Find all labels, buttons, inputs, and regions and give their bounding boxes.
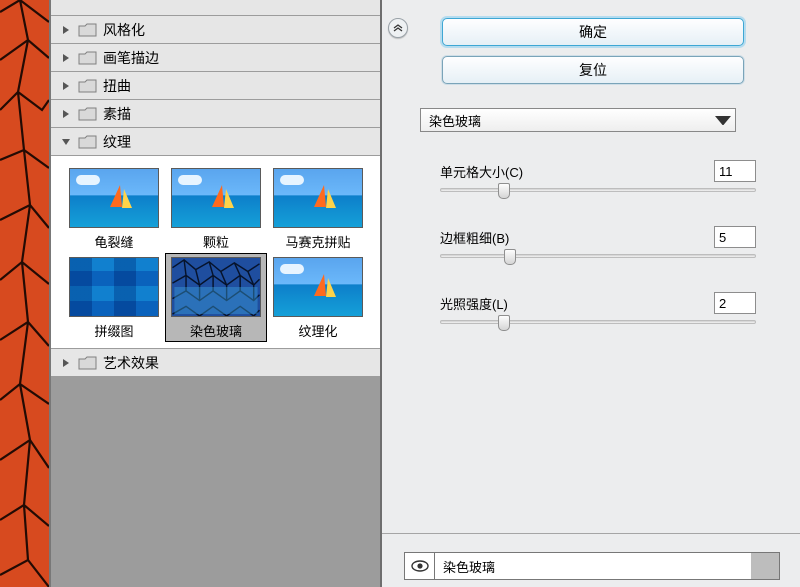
category-brush-strokes[interactable]: 画笔描边 xyxy=(51,44,380,72)
slider-border-thickness: 边框粗细(B) xyxy=(440,226,756,258)
slider-thumb[interactable] xyxy=(498,183,510,199)
panel-top-spacer xyxy=(51,0,380,16)
thumb-texturizer[interactable]: 纹理化 xyxy=(267,253,369,342)
light-slider[interactable] xyxy=(440,320,756,324)
category-label: 扭曲 xyxy=(103,76,131,96)
folder-icon xyxy=(78,22,97,37)
category-artistic[interactable]: 艺术效果 xyxy=(51,349,380,377)
chevron-right-icon xyxy=(61,53,71,63)
category-label: 纹理 xyxy=(103,132,131,152)
slider-label: 光照强度(L) xyxy=(440,294,508,313)
thumb-craquelure[interactable]: 龟裂缝 xyxy=(63,164,165,253)
slider-thumb[interactable] xyxy=(504,249,516,265)
category-stylize[interactable]: 风格化 xyxy=(51,16,380,44)
thumb-label: 马赛克拼贴 xyxy=(267,232,369,251)
slider-cell-size: 单元格大小(C) xyxy=(440,160,756,192)
slider-label: 边框粗细(B) xyxy=(440,228,509,247)
visibility-toggle[interactable] xyxy=(405,553,435,579)
chevron-right-icon xyxy=(61,25,71,35)
thumb-stained-glass[interactable]: 染色玻璃 xyxy=(165,253,267,342)
thumb-label: 龟裂缝 xyxy=(63,232,165,251)
thumb-image xyxy=(69,168,159,228)
category-distort[interactable]: 扭曲 xyxy=(51,72,380,100)
chevron-right-icon xyxy=(61,109,71,119)
chevron-right-icon xyxy=(61,358,71,368)
thumb-label: 染色玻璃 xyxy=(165,321,267,340)
slider-thumb[interactable] xyxy=(498,315,510,331)
category-sketch[interactable]: 素描 xyxy=(51,100,380,128)
folder-icon xyxy=(78,355,97,370)
filter-category-list: 风格化 画笔描边 扭曲 xyxy=(51,16,380,377)
category-texture[interactable]: 纹理 xyxy=(51,128,380,156)
texture-thumb-grid: 龟裂缝 颗粒 马赛克拼贴 拼缀图 xyxy=(51,156,380,349)
thumb-image xyxy=(69,257,159,317)
cell-size-slider[interactable] xyxy=(440,188,756,192)
thumb-mosaic-tiles[interactable]: 马赛克拼贴 xyxy=(267,164,369,253)
reset-button[interactable]: 复位 xyxy=(442,56,744,84)
dropdown-value: 染色玻璃 xyxy=(429,111,481,130)
thumb-patchwork[interactable]: 拼缀图 xyxy=(63,253,165,342)
collapse-button[interactable] xyxy=(388,18,408,38)
border-input[interactable] xyxy=(714,226,756,248)
folder-icon xyxy=(78,134,97,149)
thumb-label: 拼缀图 xyxy=(63,321,165,340)
category-label: 艺术效果 xyxy=(103,353,159,373)
slider-light-intensity: 光照强度(L) xyxy=(440,292,756,324)
slider-label: 单元格大小(C) xyxy=(440,162,523,181)
thumb-image xyxy=(273,168,363,228)
chevron-down-icon xyxy=(61,137,71,147)
thumb-label: 纹理化 xyxy=(267,321,369,340)
cell-size-input[interactable] xyxy=(714,160,756,182)
thumb-image xyxy=(273,257,363,317)
layer-end-spacer xyxy=(751,553,779,579)
folder-icon xyxy=(78,78,97,93)
light-input[interactable] xyxy=(714,292,756,314)
category-label: 画笔描边 xyxy=(103,48,159,68)
slider-group: 单元格大小(C) 边框粗细(B) 光照强度(L) xyxy=(440,160,756,324)
thumb-image xyxy=(171,168,261,228)
thumb-label: 颗粒 xyxy=(165,232,267,251)
filter-gallery-panel: 风格化 画笔描边 扭曲 xyxy=(49,0,382,587)
chevron-down-icon xyxy=(715,113,731,128)
border-slider[interactable] xyxy=(440,254,756,258)
folder-icon xyxy=(78,50,97,65)
effect-layer-label: 染色玻璃 xyxy=(435,553,751,579)
eye-icon xyxy=(411,560,429,572)
folder-icon xyxy=(78,106,97,121)
category-label: 风格化 xyxy=(103,20,145,40)
effect-layers-strip: 染色玻璃 xyxy=(382,533,800,587)
filter-settings-panel: 确定 复位 染色玻璃 单元格大小(C) 边框粗细(B) xyxy=(382,0,800,587)
thumb-image xyxy=(171,257,261,317)
thumb-grain[interactable]: 颗粒 xyxy=(165,164,267,253)
effect-layer-row[interactable]: 染色玻璃 xyxy=(404,552,780,580)
category-label: 素描 xyxy=(103,104,131,124)
preview-sliver xyxy=(0,0,49,587)
ok-button[interactable]: 确定 xyxy=(442,18,744,46)
chevron-right-icon xyxy=(61,81,71,91)
filter-select-dropdown[interactable]: 染色玻璃 xyxy=(420,108,736,132)
